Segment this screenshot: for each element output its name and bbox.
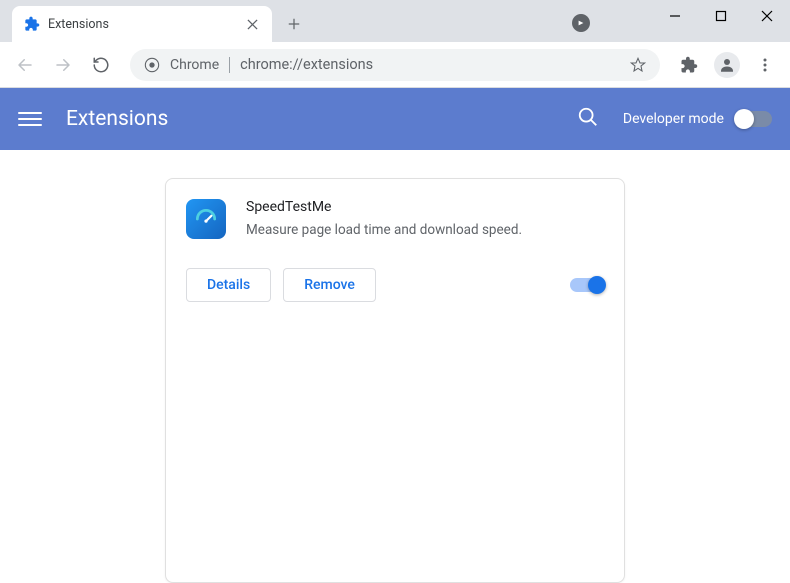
developer-mode-section: Developer mode — [623, 111, 772, 127]
extension-puzzle-icon — [24, 16, 40, 32]
back-button[interactable] — [8, 48, 42, 82]
extensions-menu-button[interactable] — [672, 48, 706, 82]
developer-mode-toggle[interactable] — [736, 111, 772, 127]
bookmark-star-icon[interactable] — [630, 57, 646, 73]
search-extensions-button[interactable] — [577, 106, 599, 132]
developer-mode-label: Developer mode — [623, 111, 724, 127]
hamburger-menu-button[interactable] — [18, 107, 42, 131]
close-window-button[interactable] — [744, 0, 790, 32]
extension-name: SpeedTestMe — [246, 199, 604, 215]
new-tab-button[interactable] — [280, 10, 308, 38]
avatar-icon — [714, 52, 740, 78]
remove-button[interactable]: Remove — [283, 268, 376, 302]
window-controls — [652, 0, 790, 32]
origin-label: Chrome — [170, 57, 230, 73]
tab-title: Extensions — [48, 17, 236, 32]
extension-description: Measure page load time and download spee… — [246, 221, 604, 240]
browser-toolbar: Chrome chrome://extensions — [0, 42, 790, 88]
media-indicator-icon[interactable] — [572, 14, 590, 32]
extension-app-icon — [186, 199, 226, 239]
details-button[interactable]: Details — [186, 268, 271, 302]
extensions-page-header: Extensions Developer mode — [0, 88, 790, 150]
extension-enable-toggle[interactable] — [570, 278, 604, 292]
url-text: chrome://extensions — [240, 56, 620, 73]
extension-card: SpeedTestMe Measure page load time and d… — [165, 178, 625, 583]
chrome-origin-icon — [144, 57, 160, 73]
extensions-list: SpeedTestMe Measure page load time and d… — [0, 150, 790, 583]
browser-tab[interactable]: Extensions — [12, 6, 272, 42]
forward-button[interactable] — [46, 48, 80, 82]
address-bar[interactable]: Chrome chrome://extensions — [130, 49, 660, 81]
minimize-button[interactable] — [652, 0, 698, 32]
maximize-button[interactable] — [698, 0, 744, 32]
page-title: Extensions — [66, 107, 553, 131]
close-tab-button[interactable] — [244, 16, 260, 32]
profile-button[interactable] — [710, 48, 744, 82]
menu-button[interactable] — [748, 48, 782, 82]
reload-button[interactable] — [84, 48, 118, 82]
